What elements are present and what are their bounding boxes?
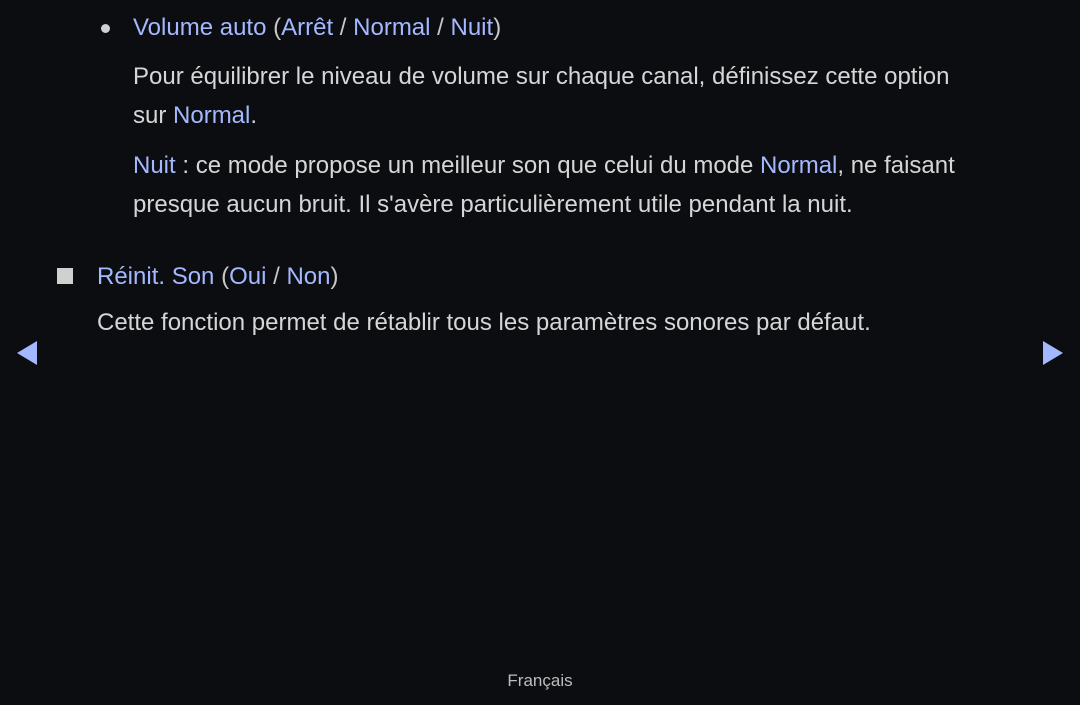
volume-auto-desc-line1: Pour équilibrer le niveau de volume sur …: [133, 63, 950, 90]
reinit-son-desc: Cette fonction permet de rétablir tous l…: [97, 309, 871, 336]
normal-highlight: Normal: [173, 102, 251, 129]
bullet-icon: [101, 24, 110, 33]
option-normal: Normal: [353, 14, 431, 41]
normal-highlight-2: Normal: [760, 152, 838, 179]
footer-language: Français: [507, 671, 573, 690]
option-oui: Oui: [229, 263, 267, 290]
nuit-desc-line1: Nuit : ce mode propose un meilleur son q…: [133, 152, 955, 179]
nuit-desc-line2: presque aucun bruit. Il s'avère particul…: [133, 191, 853, 218]
previous-page-arrow-icon[interactable]: [17, 341, 37, 365]
option-non: Non: [286, 263, 331, 290]
square-bullet-icon: [57, 268, 73, 284]
reinit-son-title: Réinit. Son: [97, 263, 215, 290]
reinit-son-heading: Réinit. Son (Oui / Non): [97, 263, 339, 290]
option-arret: Arrêt: [281, 14, 334, 41]
next-page-arrow-icon[interactable]: [1043, 341, 1063, 365]
volume-auto-heading: Volume auto (Arrêt / Normal / Nuit): [133, 14, 502, 41]
option-nuit: Nuit: [450, 14, 494, 41]
volume-auto-title: Volume auto: [133, 14, 267, 41]
nuit-highlight: Nuit: [133, 152, 176, 179]
volume-auto-desc-line2: sur Normal.: [133, 102, 258, 129]
